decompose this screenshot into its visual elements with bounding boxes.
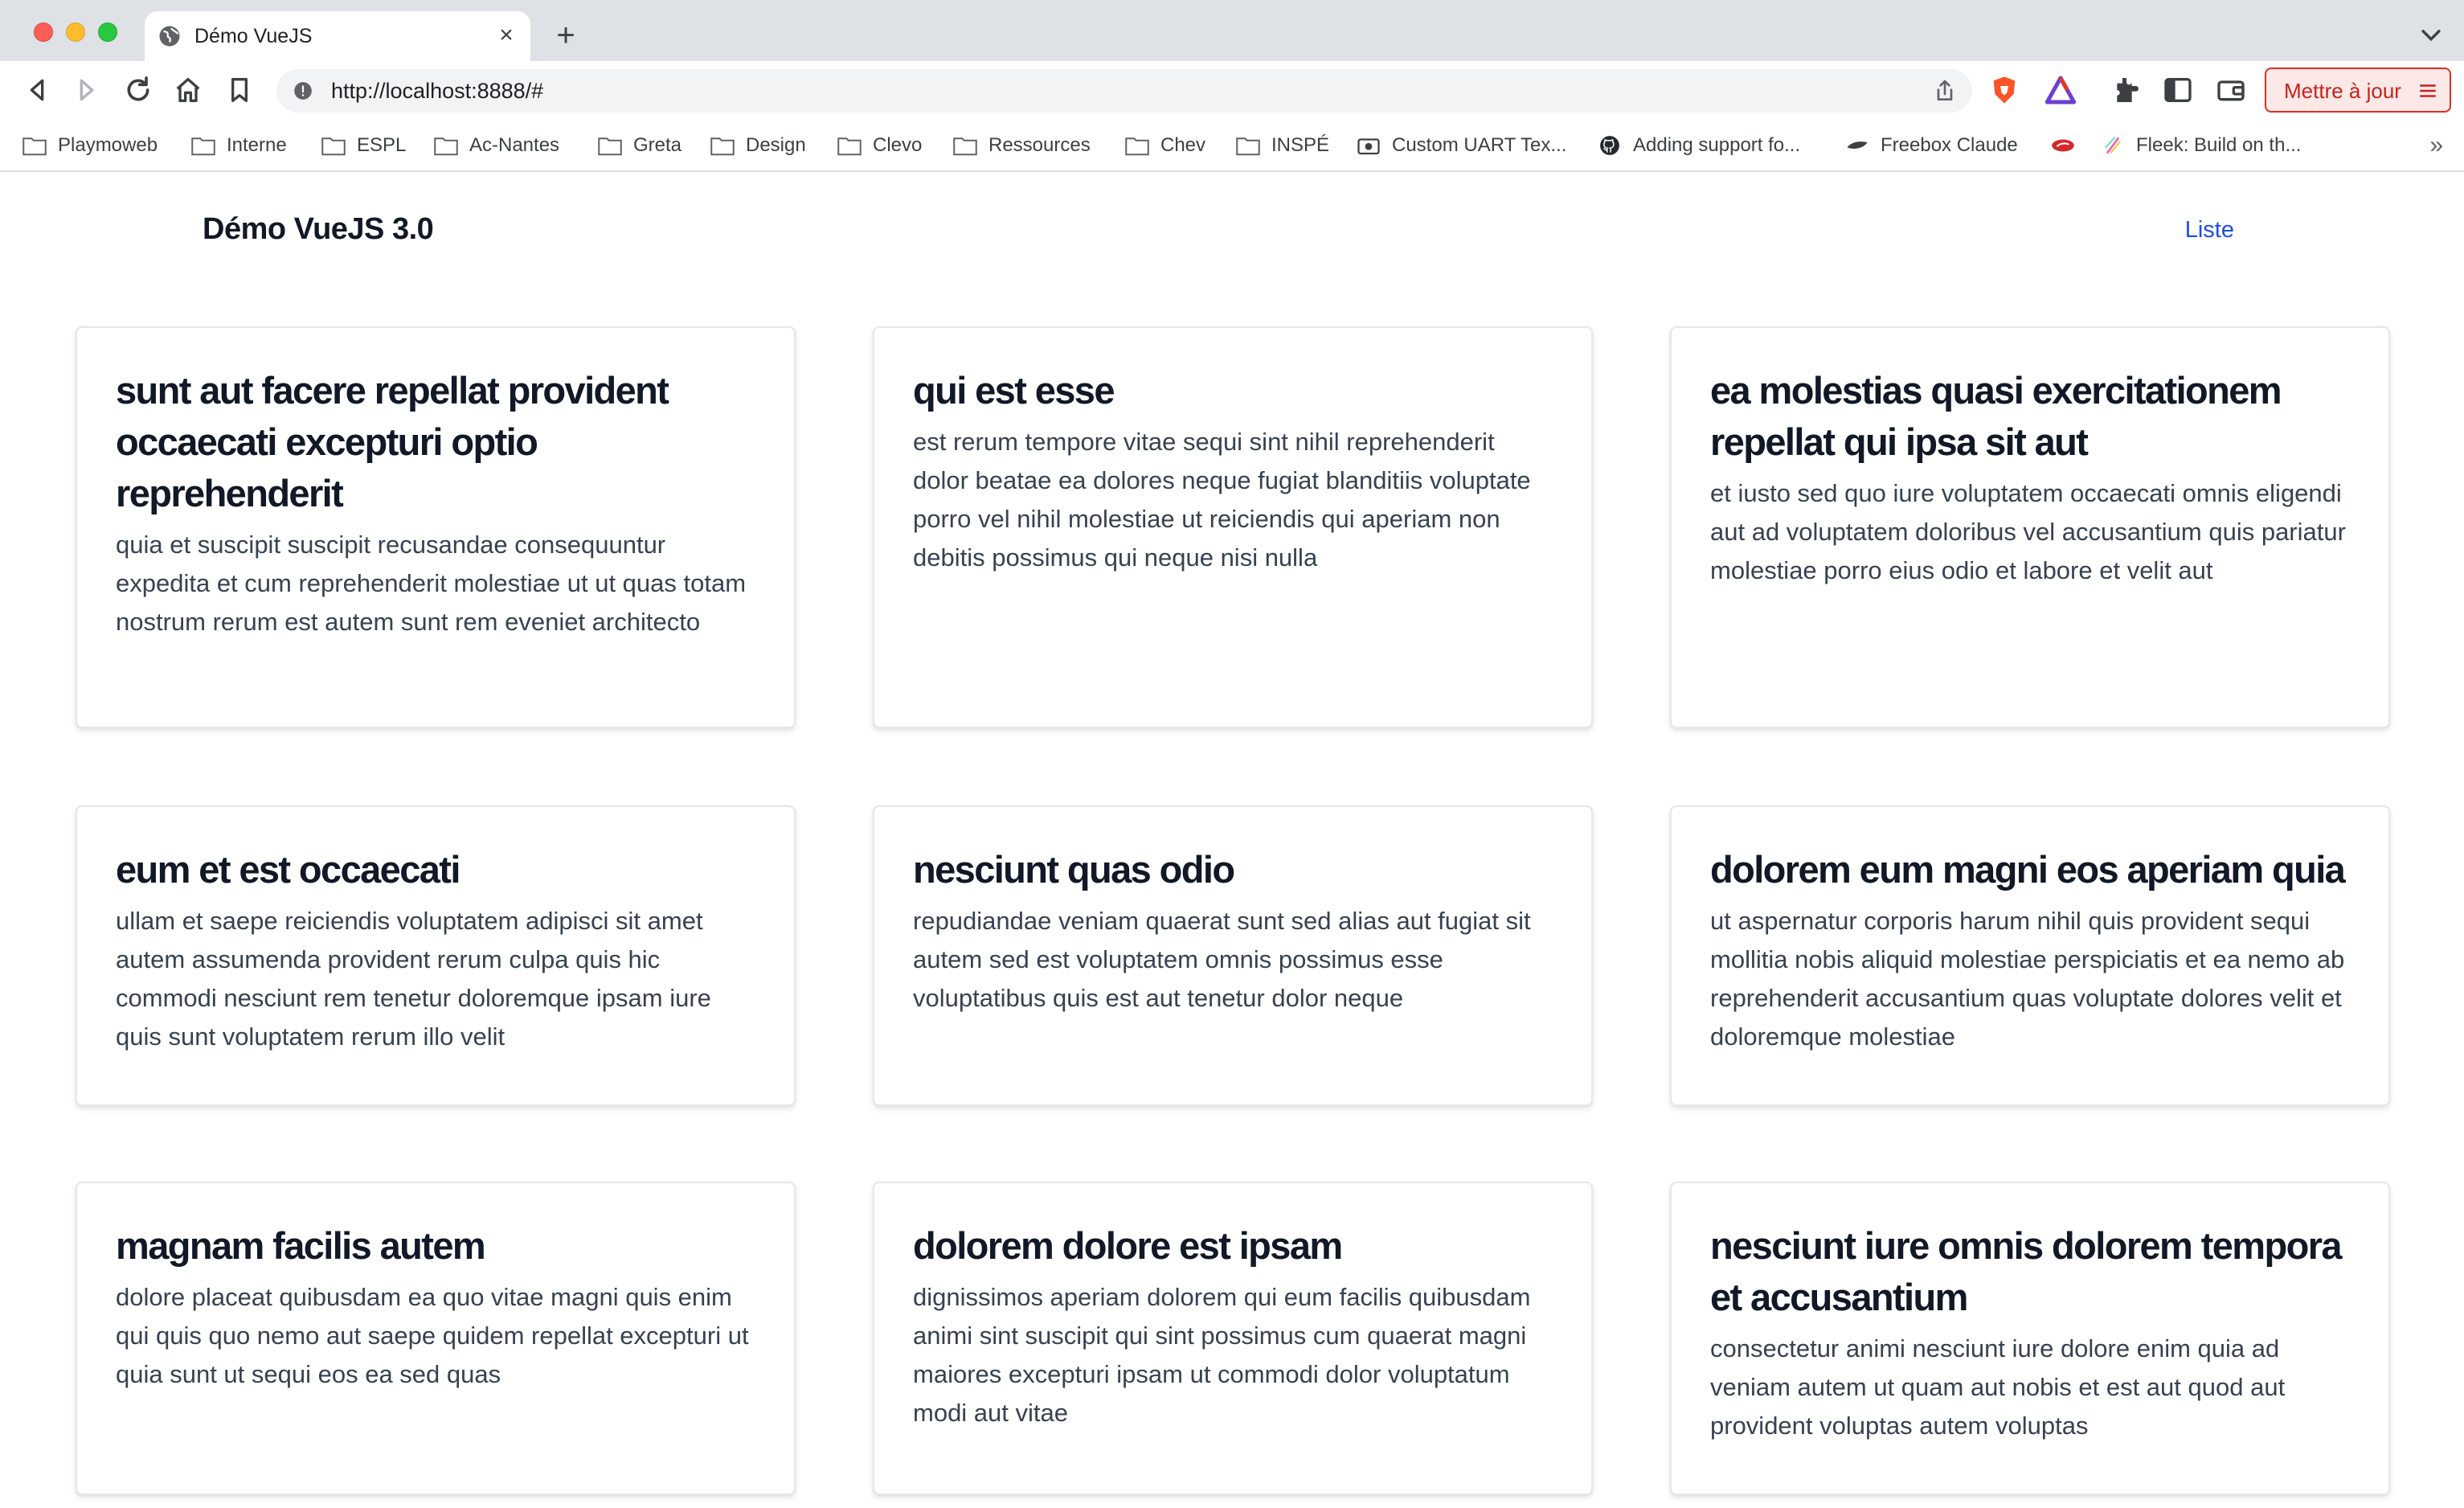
post-card[interactable]: qui est esse est rerum tempore vitae seq… bbox=[873, 326, 1593, 728]
page-viewport: Démo VueJS 3.0 Liste sunt aut facere rep… bbox=[0, 174, 2464, 1508]
minimize-window-button[interactable] bbox=[66, 23, 85, 42]
fleek-icon bbox=[2105, 137, 2121, 154]
post-body: consectetur animi nesciunt iure dolore e… bbox=[1710, 1334, 2286, 1440]
reload-icon[interactable] bbox=[122, 74, 154, 106]
post-title: sunt aut facere repellat provident occae… bbox=[116, 369, 669, 514]
post-body: quia et suscipit suscipit recusandae con… bbox=[116, 531, 747, 636]
post-body: dolore placeat quibusdam ea quo vitae ma… bbox=[116, 1283, 749, 1388]
folder-icon bbox=[321, 137, 346, 156]
post-title: nesciunt quas odio bbox=[913, 848, 1235, 891]
sidebar-panel-icon[interactable] bbox=[2162, 74, 2194, 106]
update-button-label: Mettre à jour bbox=[2284, 79, 2401, 103]
bookmark-icon[interactable] bbox=[223, 74, 256, 106]
url-text[interactable]: http://localhost:8888/# bbox=[331, 79, 543, 103]
post-card[interactable]: nesciunt iure omnis dolorem tempora et a… bbox=[1670, 1182, 2390, 1495]
browser-toolbar: http://localhost:8888/# Mettre à jour bbox=[0, 61, 2464, 119]
post-card[interactable]: dolorem dolore est ipsam dignissimos ape… bbox=[873, 1182, 1593, 1495]
brave-rewards-triangle-icon[interactable] bbox=[2044, 74, 2077, 106]
bookmark-interne[interactable]: Interne bbox=[191, 129, 287, 162]
post-body: repudiandae veniam quaerat sunt sed alia… bbox=[913, 907, 1531, 1012]
post-title: magnam facilis autem bbox=[116, 1224, 486, 1267]
freebox-icon bbox=[1847, 141, 1868, 149]
browser-tab-active[interactable]: Démo VueJS × bbox=[145, 11, 530, 61]
folder-icon bbox=[710, 137, 735, 156]
folder-icon bbox=[23, 137, 47, 156]
post-title: eum et est occaecati bbox=[116, 848, 460, 891]
post-body: ullam et saepe reiciendis voluptatem adi… bbox=[116, 907, 711, 1051]
folder-icon bbox=[1125, 137, 1149, 156]
new-tab-plus-icon[interactable]: + bbox=[550, 19, 582, 51]
folder-icon bbox=[837, 137, 862, 156]
close-window-button[interactable] bbox=[34, 23, 53, 42]
post-card[interactable]: dolorem eum magni eos aperiam quia ut as… bbox=[1670, 805, 2390, 1106]
post-title: dolorem eum magni eos aperiam quia bbox=[1710, 848, 2346, 891]
camera-icon bbox=[1357, 138, 1380, 155]
post-card[interactable]: sunt aut facere repellat provident occae… bbox=[76, 326, 796, 728]
red-logo-icon bbox=[2052, 139, 2074, 152]
tab-title: Démo VueJS bbox=[194, 25, 313, 47]
bookmark-custom-uart[interactable]: Custom UART Tex... bbox=[1357, 129, 1566, 162]
post-title: nesciunt iure omnis dolorem tempora et a… bbox=[1710, 1224, 2343, 1318]
post-body: dignissimos aperiam dolorem qui eum faci… bbox=[913, 1283, 1531, 1427]
nav-link-liste[interactable]: Liste bbox=[2185, 217, 2234, 244]
address-bar[interactable]: http://localhost:8888/# bbox=[276, 69, 1972, 113]
folder-icon bbox=[191, 137, 215, 156]
post-title: ea molestias quasi exercitationem repell… bbox=[1710, 369, 2282, 463]
bookmark-red-logo[interactable] bbox=[2051, 129, 2075, 162]
zoom-window-button[interactable] bbox=[98, 23, 117, 42]
post-card[interactable]: ea molestias quasi exercitationem repell… bbox=[1670, 326, 2390, 728]
bookmark-playmoweb[interactable]: Playmoweb bbox=[23, 129, 158, 162]
chevron-down-icon[interactable] bbox=[2417, 21, 2445, 48]
browser-tabstrip: Démo VueJS × + bbox=[0, 0, 2464, 61]
post-body: est rerum tempore vitae sequi sint nihil… bbox=[913, 428, 1531, 572]
bookmark-freebox-claude[interactable]: Freebox Claude bbox=[1845, 129, 2018, 162]
post-card[interactable]: eum et est occaecati ullam et saepe reic… bbox=[76, 805, 796, 1106]
folder-icon bbox=[434, 137, 458, 156]
bookmark-greta[interactable]: Greta bbox=[598, 129, 681, 162]
post-card[interactable]: magnam facilis autem dolore placeat quib… bbox=[76, 1182, 796, 1495]
bookmark-espl[interactable]: ESPL bbox=[321, 129, 406, 162]
update-browser-button[interactable]: Mettre à jour bbox=[2265, 68, 2451, 113]
bookmark-chev[interactable]: Chev bbox=[1125, 129, 1205, 162]
post-body: ut aspernatur corporis harum nihil quis … bbox=[1710, 907, 2345, 1051]
menu-lines-icon bbox=[2420, 84, 2436, 97]
brave-shield-icon[interactable] bbox=[1988, 74, 2020, 106]
bookmark-clevo[interactable]: Clevo bbox=[837, 129, 922, 162]
back-arrow-icon[interactable] bbox=[21, 74, 53, 106]
folder-icon bbox=[953, 137, 977, 156]
share-icon[interactable] bbox=[1932, 77, 1958, 104]
wallet-icon[interactable] bbox=[2215, 74, 2247, 106]
bookmark-fleek[interactable]: Fleek: Build on th... bbox=[2101, 129, 2301, 162]
bookmark-ac-nantes[interactable]: Ac-Nantes bbox=[434, 129, 559, 162]
site-info-icon[interactable] bbox=[293, 80, 313, 101]
bookmarks-bar: Playmoweb Interne ESPL Ac-Nantes Greta D… bbox=[0, 119, 2464, 172]
bookmark-inspe[interactable]: INSPÉ bbox=[1236, 129, 1329, 162]
bookmark-design[interactable]: Design bbox=[710, 129, 806, 162]
tab-close-icon[interactable]: × bbox=[493, 23, 519, 48]
more-bookmarks-chevron[interactable]: » bbox=[2429, 132, 2443, 159]
post-card[interactable]: nesciunt quas odio repudiandae veniam qu… bbox=[873, 805, 1593, 1106]
post-title: dolorem dolore est ipsam bbox=[913, 1224, 1343, 1267]
globe-icon bbox=[159, 26, 180, 47]
post-body: et iusto sed quo iure voluptatem occaeca… bbox=[1710, 479, 2346, 584]
post-title: qui est esse bbox=[913, 369, 1115, 412]
folder-icon bbox=[598, 137, 622, 156]
forward-arrow-icon[interactable] bbox=[71, 74, 103, 106]
bookmark-ressources[interactable]: Ressources bbox=[953, 129, 1091, 162]
bookmark-adding-support[interactable]: Adding support fo... bbox=[1598, 129, 1800, 162]
extensions-puzzle-icon[interactable] bbox=[2110, 74, 2143, 106]
folder-icon bbox=[1236, 137, 1260, 156]
home-icon[interactable] bbox=[172, 74, 204, 106]
site-title: Démo VueJS 3.0 bbox=[203, 212, 434, 246]
github-icon bbox=[1600, 136, 1619, 155]
